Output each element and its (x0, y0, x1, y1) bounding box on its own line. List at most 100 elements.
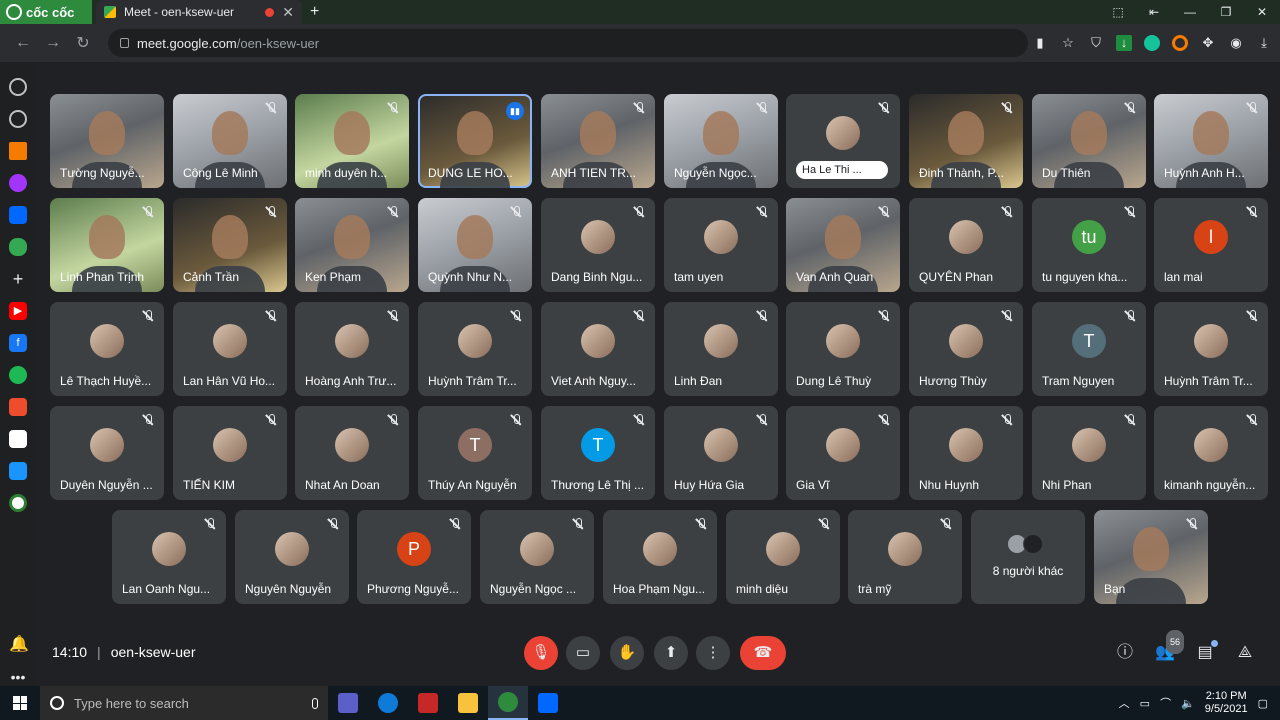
taskbar-explorer[interactable] (448, 686, 488, 720)
minimize-button[interactable]: — (1172, 0, 1208, 24)
close-tab-icon[interactable]: ✕ (282, 4, 294, 21)
participant-tile[interactable]: Duyên Nguyễn ... (50, 406, 164, 500)
shopping-icon[interactable] (9, 398, 27, 416)
participant-tile[interactable]: kimanh nguyễn... (1154, 406, 1268, 500)
mic-off-button[interactable]: 🎙 (524, 636, 558, 670)
history-icon[interactable] (9, 110, 27, 128)
add-shortcut-icon[interactable]: + (9, 270, 27, 288)
raise-hand-button[interactable]: ✋ (610, 636, 644, 670)
back-arrow-icon[interactable]: ← (8, 34, 38, 52)
participant-tile[interactable]: l lan mai (1154, 198, 1268, 292)
participant-tile[interactable]: Nguyễn Ngọc... (664, 94, 778, 188)
participant-tile[interactable]: Nhu Huynh (909, 406, 1023, 500)
tiki-icon[interactable] (9, 462, 27, 480)
participant-tile[interactable]: Du Thiên (1032, 94, 1146, 188)
participant-tile[interactable]: Ken Phạm (295, 198, 409, 292)
leave-call-button[interactable]: ☎ (740, 636, 786, 670)
people-icon[interactable]: 👥 56 (1154, 630, 1184, 664)
puzzle-extensions-icon[interactable]: ✥ (1200, 35, 1216, 51)
participant-tile[interactable]: Công Lê Minh (173, 94, 287, 188)
participant-tile[interactable]: Viet Anh Nguy... (541, 302, 655, 396)
participant-tile[interactable]: Lan Hân Vũ Ho... (173, 302, 287, 396)
zalo-icon[interactable] (9, 206, 27, 224)
maximize-button[interactable]: ❐ (1208, 0, 1244, 24)
participant-tile[interactable]: Gia Vĩ (786, 406, 900, 500)
browser-brand[interactable]: cốc cốc (0, 0, 92, 24)
vtv-icon[interactable] (9, 430, 27, 448)
participant-tile[interactable]: Nhat An Doan (295, 406, 409, 500)
profile-icon[interactable]: ◉ (1228, 35, 1244, 51)
facebook-icon[interactable]: f (9, 334, 27, 352)
participant-tile[interactable]: ANH TIEN TR... (541, 94, 655, 188)
taskbar-coccoc[interactable] (488, 686, 528, 720)
close-window-button[interactable]: ✕ (1244, 0, 1280, 24)
participant-tile[interactable]: Linh Đan (664, 302, 778, 396)
taskbar-app[interactable] (408, 686, 448, 720)
new-tab-button[interactable]: + (310, 3, 319, 21)
action-center-icon[interactable]: ▢ (1258, 697, 1268, 710)
participant-tile[interactable]: Hoàng Anh Trư... (295, 302, 409, 396)
participant-tile[interactable]: TIẾN KIM (173, 406, 287, 500)
participant-tile[interactable]: tu tu nguyen kha... (1032, 198, 1146, 292)
crown-icon[interactable] (9, 142, 27, 160)
more-dots-icon[interactable]: ••• (9, 668, 27, 686)
participant-tile[interactable]: Nguyên Nguyễn (235, 510, 349, 604)
participant-tile[interactable]: T Thúy An Nguyễn (418, 406, 532, 500)
spotify-icon[interactable] (9, 366, 27, 384)
present-screen-button[interactable]: ⬆ (654, 636, 688, 670)
taskbar-search[interactable]: Type here to search (40, 686, 328, 720)
screenshot-icon[interactable]: ⬚ (1100, 0, 1136, 24)
camera-button[interactable]: ▭ (566, 636, 600, 670)
participant-tile[interactable]: T Tram Nguyen (1032, 302, 1146, 396)
participant-tile[interactable]: Hoa Phạm Ngu... (603, 510, 717, 604)
coccoc-extension-icon[interactable] (1172, 35, 1188, 51)
settings-gear-icon[interactable] (9, 78, 27, 96)
taskbar-edge[interactable] (368, 686, 408, 720)
chat-icon[interactable]: ▤ (1194, 640, 1218, 664)
gamepad-icon[interactable] (9, 238, 27, 256)
more-options-button[interactable]: ⋮ (696, 636, 730, 670)
url-bar[interactable]: meet.google.com/oen-ksew-uer (108, 29, 1028, 57)
participant-tile[interactable]: Cảnh Trần (173, 198, 287, 292)
messenger-icon[interactable] (9, 174, 27, 192)
battery-icon[interactable]: ▭ (1140, 697, 1150, 710)
participant-tile[interactable]: Ha Le Thi ... (786, 94, 900, 188)
downloads-icon[interactable]: ⤓ (1256, 35, 1272, 51)
participant-tile[interactable]: Huỳnh Trâm Tr... (1154, 302, 1268, 396)
self-tile[interactable]: Bạn (1094, 510, 1208, 604)
participant-tile[interactable]: P Phương Nguyễ... (357, 510, 471, 604)
activities-icon[interactable]: ⟁ (1234, 642, 1256, 664)
camera-icon[interactable]: ▮ (1032, 35, 1048, 51)
participant-tile[interactable]: QUYÊN Phan (909, 198, 1023, 292)
participant-tile[interactable]: Huy Hứa Gia (664, 406, 778, 500)
participant-tile[interactable]: Quỳnh Như N... (418, 198, 532, 292)
participant-tile[interactable]: Đinh Thành, P... (909, 94, 1023, 188)
participant-tile[interactable]: DUNG LE HO... ▮▮ (418, 94, 532, 188)
start-button[interactable] (0, 686, 40, 720)
football-icon[interactable] (9, 494, 27, 512)
participant-tile[interactable]: minh duyên h... (295, 94, 409, 188)
taskbar-teams[interactable] (328, 686, 368, 720)
forward-arrow-icon[interactable]: → (38, 34, 68, 52)
participant-tile[interactable]: Van Anh Quan (786, 198, 900, 292)
participant-tile[interactable]: T Thương Lê Thị ... (541, 406, 655, 500)
sidebar-toggle-icon[interactable]: ⇤ (1136, 0, 1172, 24)
taskbar-zalo[interactable] (528, 686, 568, 720)
participant-tile[interactable]: Lan Oanh Ngu... (112, 510, 226, 604)
tray-chevron-icon[interactable]: ︿ (1119, 695, 1130, 711)
participant-tile[interactable]: tam uyen (664, 198, 778, 292)
grammarly-icon[interactable] (1144, 35, 1160, 51)
participant-tile[interactable]: minh diệu (726, 510, 840, 604)
microphone-icon[interactable] (312, 697, 318, 709)
notification-bell-icon[interactable]: 🔔 (9, 636, 29, 654)
participant-tile[interactable]: Hương Thùy (909, 302, 1023, 396)
taskbar-clock[interactable]: 2:10 PM 9/5/2021 (1205, 690, 1248, 716)
meeting-details-icon[interactable]: ⓘ (1114, 642, 1136, 664)
participant-tile[interactable]: Dung Lê Thuỳ (786, 302, 900, 396)
download-arrow-icon[interactable]: ↓ (1116, 35, 1132, 51)
participant-tile[interactable]: Dang Binh Ngu... (541, 198, 655, 292)
participant-tile[interactable]: trà mỹ (848, 510, 962, 604)
participant-tile[interactable]: Tường Nguyễ... (50, 94, 164, 188)
participant-tile[interactable]: Huỳnh Trâm Tr... (418, 302, 532, 396)
others-tile[interactable]: 8 người khác (971, 510, 1085, 604)
